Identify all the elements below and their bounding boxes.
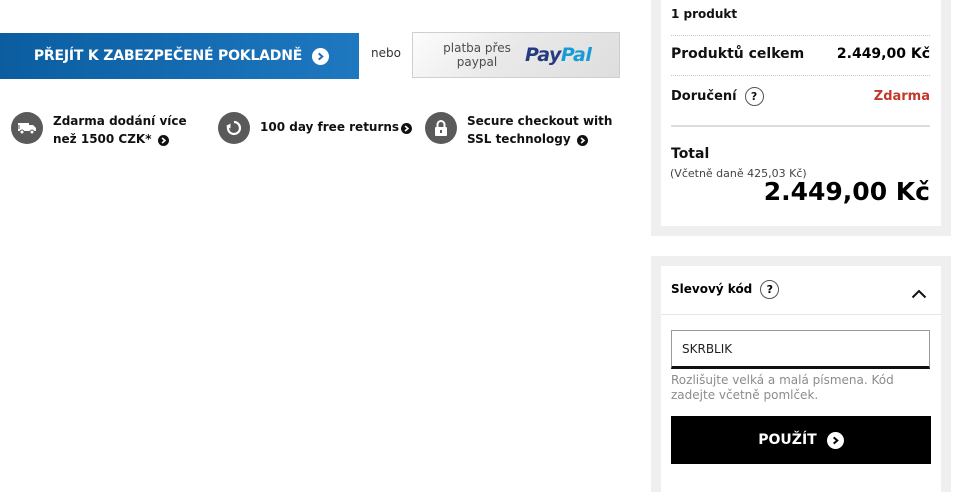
paypal-logo-pay: Pay	[525, 44, 561, 66]
benefit-free-delivery-text[interactable]: Zdarma dodání více než 1500 CZK*	[53, 112, 187, 148]
chevron-up-icon[interactable]	[911, 284, 927, 303]
secure-checkout-button[interactable]: PŘEJÍT K ZABEZPEČENÉ POKLADNĚ	[0, 33, 359, 79]
benefit-secure-checkout-line2: SSL technology	[467, 132, 571, 146]
benefit-secure-checkout: Secure checkout with SSL technology	[425, 112, 612, 148]
discount-code-input[interactable]	[671, 330, 930, 369]
benefit-free-delivery-line2: než 1500 CZK*	[53, 132, 152, 146]
apply-discount-button[interactable]: POUŽÍT	[671, 416, 931, 464]
chevron-right-icon	[576, 135, 588, 146]
divider	[671, 125, 930, 127]
benefit-free-returns-line1: 100 day free returns	[260, 120, 400, 134]
lock-icon	[425, 112, 457, 144]
benefit-secure-checkout-text[interactable]: Secure checkout with SSL technology	[467, 112, 612, 148]
divider	[671, 35, 930, 36]
chevron-right-icon	[826, 431, 844, 449]
chevron-right-icon	[401, 123, 413, 134]
or-label: nebo	[371, 46, 401, 60]
products-total-label: Produktů celkem	[671, 46, 805, 62]
total-label: Total	[671, 146, 710, 162]
paypal-caption: platba přes paypal	[435, 41, 519, 69]
benefit-free-returns-text[interactable]: 100 day free returns	[260, 118, 413, 136]
truck-icon	[11, 112, 43, 144]
paypal-button[interactable]: platba přes paypal PayPal	[412, 32, 620, 78]
benefit-free-returns: 100 day free returns	[218, 112, 413, 144]
delivery-help-icon[interactable]: ?	[744, 87, 764, 106]
delivery-value: Zdarma	[873, 89, 930, 104]
delivery-label: Doručení	[671, 89, 737, 104]
discount-header[interactable]: Slevový kód?	[661, 266, 941, 314]
paypal-logo: PayPal	[525, 44, 592, 66]
product-count: 1 produkt	[671, 7, 738, 21]
paypal-logo-pal: Pal	[560, 44, 592, 66]
benefit-free-delivery: Zdarma dodání více než 1500 CZK*	[11, 112, 187, 148]
discount-title: Slevový kód	[671, 282, 753, 296]
return-icon	[218, 112, 250, 144]
paypal-caption-line1: platba přes	[443, 41, 511, 55]
benefit-secure-checkout-line1: Secure checkout with	[467, 114, 613, 128]
total-value: 2.449,00 Kč	[763, 177, 930, 206]
divider	[671, 75, 930, 76]
discount-title-row: Slevový kód?	[671, 280, 780, 299]
discount-help-icon[interactable]: ?	[760, 280, 780, 299]
chevron-right-icon	[157, 135, 169, 146]
discount-hint: Rozlišujte velká a malá písmena. Kód zad…	[671, 373, 894, 402]
chevron-right-icon	[312, 47, 330, 65]
benefit-free-delivery-line1: Zdarma dodání více	[53, 114, 187, 128]
products-total-value: 2.449,00 Kč	[836, 46, 930, 62]
delivery-row: Doručení?	[671, 87, 764, 106]
divider	[661, 314, 941, 315]
paypal-caption-line2: paypal	[456, 55, 498, 69]
apply-discount-label: POUŽÍT	[758, 432, 817, 448]
secure-checkout-label: PŘEJÍT K ZABEZPEČENÉ POKLADNĚ	[33, 48, 303, 64]
